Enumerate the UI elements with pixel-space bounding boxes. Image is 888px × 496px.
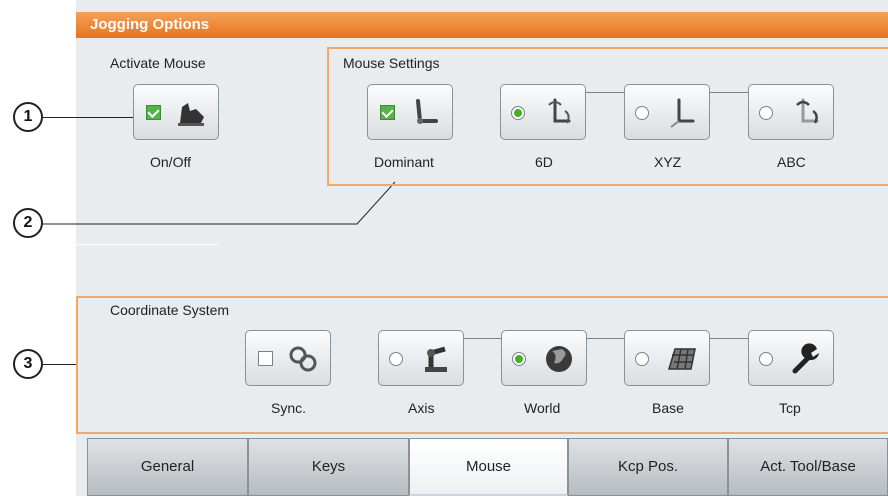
- wrench-icon: [792, 343, 819, 374]
- coord-axis-radio: [389, 352, 403, 366]
- mode-abc-button[interactable]: [748, 84, 834, 140]
- coord-tcp-radio: [759, 352, 773, 366]
- coord-world-radio: [512, 352, 526, 366]
- tab-general[interactable]: General: [87, 438, 248, 496]
- mode-6d-button[interactable]: [500, 84, 586, 140]
- coord-tcp-button[interactable]: [748, 330, 834, 386]
- mode-abc-caption: ABC: [777, 154, 806, 170]
- link-chain-icon: [289, 346, 317, 372]
- robot-arm-icon: [416, 99, 438, 124]
- coordinate-system-label: Coordinate System: [110, 302, 230, 318]
- coord-world-button[interactable]: [501, 330, 587, 386]
- activate-mouse-toggle[interactable]: [133, 84, 219, 140]
- mode-connector: [585, 92, 625, 93]
- mode-xyz-caption: XYZ: [654, 154, 682, 170]
- rotation-abc-icon: [796, 98, 819, 124]
- dominant-checkbox: [380, 105, 395, 120]
- robot-axis-icon: [425, 346, 447, 372]
- mouse-hand-icon: [178, 103, 204, 126]
- rotation-6d-icon: [548, 98, 571, 124]
- grid-base-icon: [667, 348, 696, 370]
- coord-base-radio: [635, 352, 649, 366]
- globe-icon: [546, 346, 572, 372]
- coord-base-caption: Base: [652, 400, 684, 416]
- callout-3-line: [43, 364, 78, 365]
- translation-xyz-icon: [670, 98, 695, 128]
- mode-abc-radio: [759, 106, 773, 120]
- activate-mouse-checkbox: [146, 105, 161, 120]
- coord-axis-button[interactable]: [378, 330, 464, 386]
- dominant-caption: Dominant: [374, 154, 434, 170]
- mode-connector: [709, 92, 749, 93]
- sync-checkbox: [258, 351, 273, 366]
- sync-toggle[interactable]: [245, 330, 331, 386]
- callout-2-line: [43, 181, 396, 225]
- coord-base-button[interactable]: [624, 330, 710, 386]
- callout-3: 3: [13, 349, 43, 379]
- tab-kcp-pos[interactable]: Kcp Pos.: [568, 438, 728, 496]
- mouse-settings-label: Mouse Settings: [343, 55, 440, 71]
- mode-xyz-radio: [635, 106, 649, 120]
- sync-caption: Sync.: [271, 400, 307, 416]
- coord-axis-caption: Axis: [408, 400, 435, 416]
- dominant-toggle[interactable]: [367, 84, 453, 140]
- callout-2: 2: [13, 208, 43, 238]
- activate-mouse-label: Activate Mouse: [110, 55, 206, 71]
- coord-tcp-caption: Tcp: [779, 400, 801, 416]
- tab-keys[interactable]: Keys: [248, 438, 409, 496]
- mode-6d-caption: 6D: [535, 154, 553, 170]
- coord-connector: [586, 338, 626, 339]
- tab-mouse[interactable]: Mouse: [409, 438, 568, 496]
- coord-connector: [463, 338, 503, 339]
- separator-line: [76, 244, 218, 245]
- tab-act-tool-base[interactable]: Act. Tool/Base: [728, 438, 888, 496]
- activate-mouse-caption: On/Off: [150, 154, 191, 170]
- coord-world-caption: World: [524, 400, 561, 416]
- mode-xyz-button[interactable]: [624, 84, 710, 140]
- panel-title: Jogging Options: [76, 12, 888, 38]
- coord-connector: [709, 338, 749, 339]
- callout-1: 1: [13, 102, 43, 132]
- callout-1-line: [43, 117, 135, 118]
- mode-6d-radio: [511, 106, 525, 120]
